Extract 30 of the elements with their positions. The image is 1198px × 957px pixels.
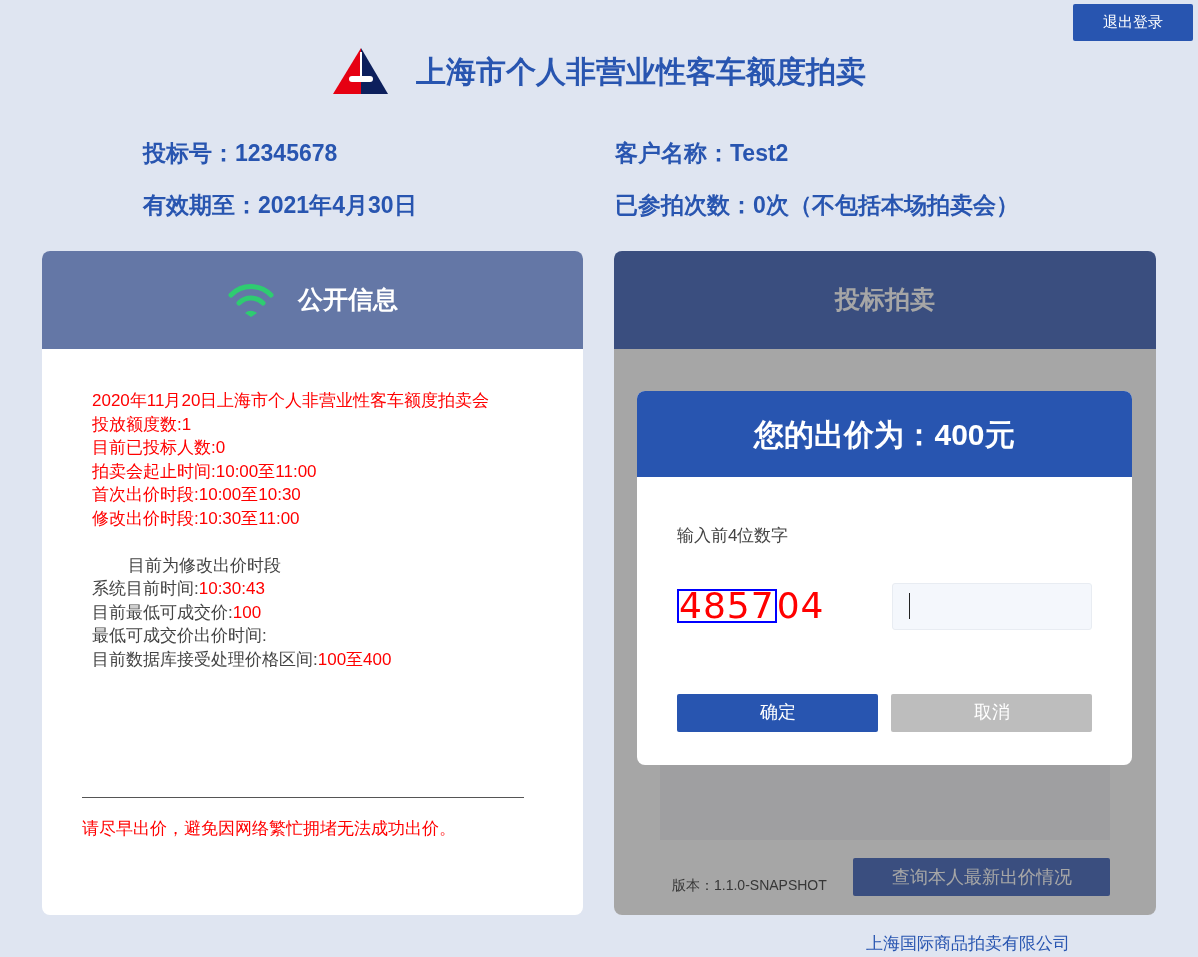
logout-button[interactable]: 退出登录 xyxy=(1073,4,1193,41)
status-text: 目前为修改出价时段 xyxy=(127,554,281,577)
card-title: 投标拍卖 xyxy=(835,284,935,316)
account-info: 有效期至：2021年4月30日 xyxy=(143,191,418,220)
prompt-text: 输入前4位数字 xyxy=(677,525,789,547)
info-reading: 目前最低可成交价:100 xyxy=(92,601,262,624)
card-title: 公开信息 xyxy=(297,284,398,316)
logo-icon xyxy=(332,48,388,94)
version-text: 版本：1.1.0-SNAPSHOT xyxy=(672,876,827,895)
input-field[interactable] xyxy=(892,582,1092,630)
text-cursor xyxy=(909,593,910,619)
account-info: 客户名称：Test2 xyxy=(615,139,790,168)
confirm-button[interactable]: 确定 xyxy=(677,693,878,732)
captcha-code: 4857 04 xyxy=(677,589,825,623)
info-reading: 系统目前时间:10:30:43 xyxy=(92,578,265,600)
info-reading: 最低可成交价出价时间: xyxy=(92,625,267,647)
announcement-line: 目前已投标人数:0 xyxy=(92,437,226,459)
page-title: 上海市个人非营业性客车额度拍卖 xyxy=(415,53,866,90)
announcement-line: 修改出价时段:10:30至11:00 xyxy=(92,507,300,530)
announcement-line: 投放额度数:1 xyxy=(92,413,192,436)
account-info: 已参拍次数：0次（不包括本场拍卖会） xyxy=(615,191,1020,220)
announcement-line: 2020年11月20日上海市个人非营业性客车额度拍卖会 xyxy=(92,390,490,412)
announcement-line: 拍卖会起止时间:10:00至11:00 xyxy=(92,460,317,483)
announcement-line: 首次出价时段:10:00至10:30 xyxy=(92,484,301,506)
dialog-title: 您的出价为：400元 xyxy=(754,416,1015,453)
company-name: 上海国际商品拍卖有限公司 xyxy=(866,933,1070,955)
account-info: 投标号：12345678 xyxy=(143,139,339,168)
info-reading: 目前数据库接受处理价格区间:100至400 xyxy=(92,648,392,671)
wifi-icon xyxy=(227,283,274,317)
warning-text: 请尽早出价，避免因网络繁忙拥堵无法成功出价。 xyxy=(81,818,457,840)
